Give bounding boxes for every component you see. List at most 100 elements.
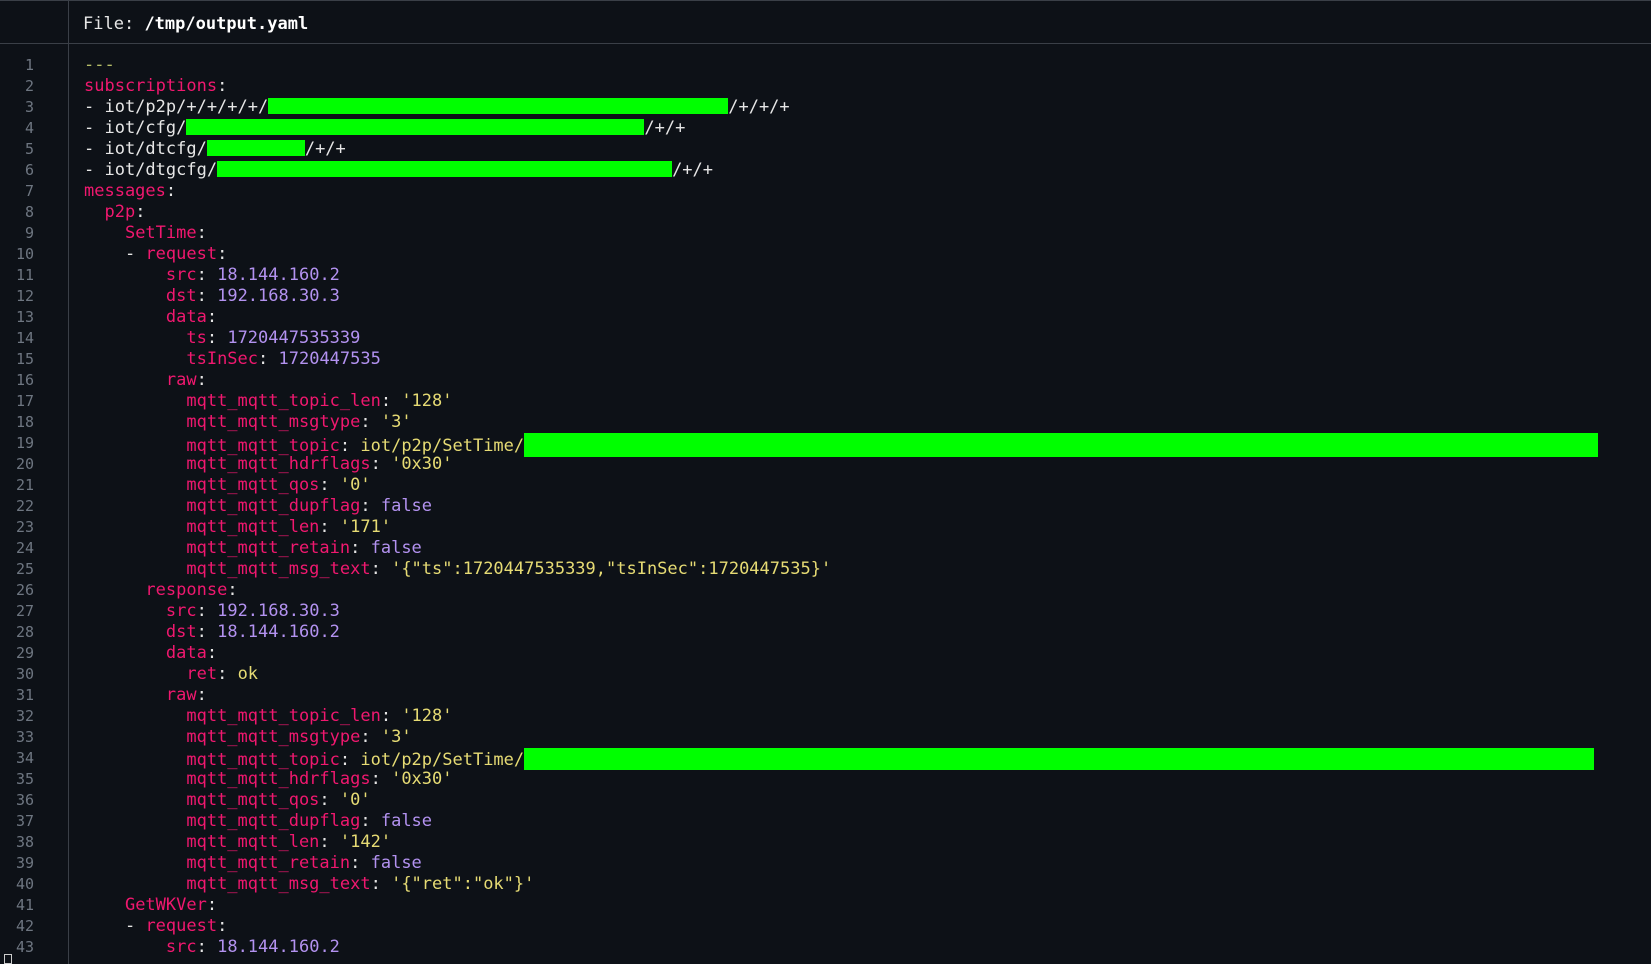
yaml-value: '0x30': [391, 769, 453, 789]
yaml-key: messages: [84, 181, 166, 201]
yaml-key: mqtt_mqtt_topic: [186, 436, 340, 456]
code-line: - iot/dtgcfg/ /+/+: [84, 160, 1651, 181]
yaml-value: 18.144.160.2: [217, 265, 340, 285]
code-line: data:: [165, 643, 218, 663]
redaction-block: [217, 161, 673, 177]
yaml-list-value: /+/+: [672, 160, 714, 180]
code-line: mqtt_mqtt_topic: iot/p2p/SetTime/: [84, 748, 1651, 770]
line-number: 37: [15, 812, 34, 830]
code-line: data:: [165, 307, 218, 327]
terminal-cursor: [4, 954, 12, 964]
code-line: p2p:: [104, 202, 146, 222]
code-line: src: 192.168.30.3: [165, 601, 340, 621]
code-line: src: 18.144.160.2: [165, 937, 340, 957]
yaml-key: ts: [186, 328, 207, 348]
line-number: 20: [15, 455, 34, 473]
redaction-block: [524, 748, 1595, 770]
line-number: 14: [15, 329, 34, 347]
line-number: 12: [15, 287, 34, 305]
line-number: 27: [15, 602, 34, 620]
header-gutter: [0, 1, 69, 43]
yaml-key: mqtt_mqtt_topic_len: [186, 391, 381, 411]
yaml-value: '128': [401, 706, 453, 726]
yaml-key: raw: [165, 685, 197, 705]
yaml-value: '142': [339, 832, 392, 852]
code-line: mqtt_mqtt_qos: '0': [186, 790, 371, 810]
line-number: 19: [15, 434, 34, 452]
yaml-value: 192.168.30.3: [217, 286, 340, 306]
line-number: 13: [15, 308, 34, 326]
line-number: 16: [15, 371, 34, 389]
line-number: 29: [15, 644, 34, 662]
code-line: - iot/dtcfg/ /+/+: [84, 139, 1651, 160]
code-line: ret: ok: [186, 664, 259, 684]
line-number-gutter: 1 2 3 4 5 6 7 8 9 10 11 12 13 14 15 16 17 18 19 20 21 22 23 24 2…: [0, 55, 34, 958]
line-number: 42: [15, 917, 34, 935]
line-number: 15: [15, 350, 34, 368]
line-number: 38: [15, 833, 34, 851]
code-line: dst: 192.168.30.3: [165, 286, 340, 306]
yaml-key: mqtt_mqtt_topic_len: [186, 706, 381, 726]
line-number: 7: [24, 182, 34, 200]
yaml-key: mqtt_mqtt_msg_text: [186, 559, 371, 579]
yaml-key: mqtt_mqtt_len: [186, 832, 320, 852]
yaml-key: mqtt_mqtt_msgtype: [186, 412, 361, 432]
code-line: dst: 18.144.160.2: [165, 622, 340, 642]
code-line: SetTime:: [124, 223, 207, 243]
code-line: mqtt_mqtt_msgtype: '3': [186, 412, 412, 432]
yaml-key: tsInSec: [186, 349, 259, 369]
yaml-list-value: - iot/p2p/+/+/+/+/: [84, 97, 269, 117]
yaml-value: '{"ts":1720447535339,"tsInSec":172044753…: [391, 559, 832, 579]
code-line: mqtt_mqtt_hdrflags: '0x30': [186, 769, 453, 789]
code-line: raw:: [165, 685, 207, 705]
yaml-key: src: [165, 601, 197, 621]
line-number: 41: [15, 896, 34, 914]
yaml-value: '0': [339, 475, 371, 495]
line-number: 33: [15, 728, 34, 746]
line-number: 2: [24, 77, 34, 95]
line-number: 10: [15, 245, 34, 263]
code-line: ts: 1720447535339: [186, 328, 361, 348]
line-number: 5: [24, 140, 34, 158]
yaml-value: ok: [237, 664, 259, 684]
yaml-value: 18.144.160.2: [217, 937, 340, 957]
yaml-value: '171': [339, 517, 392, 537]
line-number: 36: [15, 791, 34, 809]
line-number: 18: [15, 413, 34, 431]
file-path: /tmp/output.yaml: [144, 14, 309, 34]
line-number: 6: [24, 161, 34, 179]
line-number: 26: [15, 581, 34, 599]
code-line: mqtt_mqtt_topic_len: '128': [186, 706, 453, 726]
line-number: 34: [15, 749, 34, 767]
code-line: mqtt_mqtt_qos: '0': [186, 475, 371, 495]
yaml-list-value: - iot/dtcfg/: [84, 139, 207, 159]
yaml-value: false: [380, 496, 433, 516]
yaml-key: raw: [165, 370, 197, 390]
yaml-key: p2p: [104, 202, 136, 222]
code-line: mqtt_mqtt_topic: iot/p2p/SetTime/: [84, 433, 1651, 457]
yaml-value: '0': [339, 790, 371, 810]
line-number: 31: [15, 686, 34, 704]
yaml-key: subscriptions: [84, 76, 218, 96]
yaml-value: false: [380, 811, 433, 831]
yaml-key: ret: [186, 664, 218, 684]
yaml-value: iot/p2p/SetTime/: [360, 436, 525, 456]
redaction-block: [206, 140, 305, 156]
code-line: tsInSec: 1720447535: [186, 349, 381, 369]
yaml-value: '0x30': [391, 454, 453, 474]
yaml-key: mqtt_mqtt_msgtype: [186, 727, 361, 747]
code-line: mqtt_mqtt_len: '142': [186, 832, 392, 852]
code-view[interactable]: --- subscriptions: - iot/p2p/+/+/+/+/ /+/…: [84, 55, 1651, 958]
code-line: - iot/cfg/ /+/+: [84, 118, 1651, 139]
code-line: response:: [145, 580, 238, 600]
yaml-key: mqtt_mqtt_topic: [186, 750, 340, 770]
yaml-value: false: [370, 538, 422, 558]
yaml-key: mqtt_mqtt_dupflag: [186, 496, 361, 516]
yaml-key: mqtt_mqtt_msg_text: [186, 874, 371, 894]
line-number: 17: [15, 392, 34, 410]
yaml-value: false: [370, 853, 422, 873]
yaml-key: data: [165, 643, 207, 663]
line-number: 4: [24, 119, 34, 137]
code-line: mqtt_mqtt_hdrflags: '0x30': [186, 454, 453, 474]
line-number: 3: [24, 98, 34, 116]
